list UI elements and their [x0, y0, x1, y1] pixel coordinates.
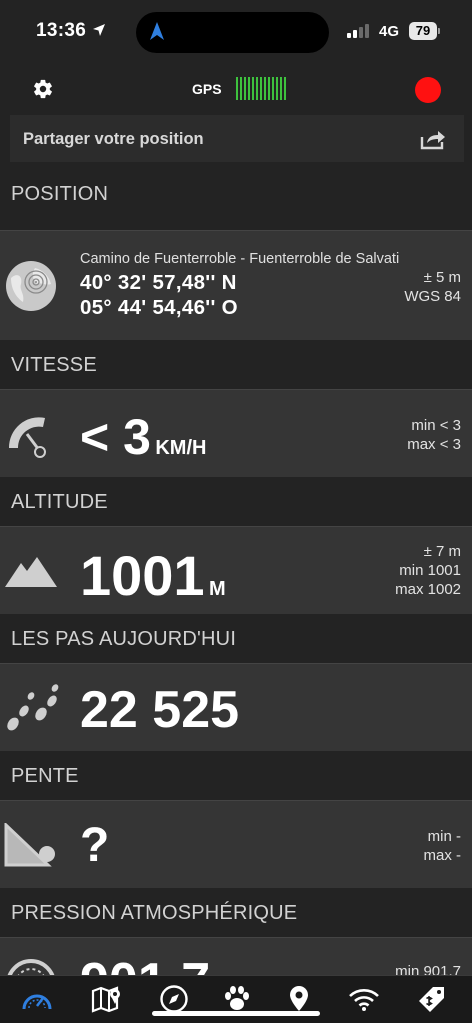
- tab-map[interactable]: [89, 984, 125, 1014]
- speed-min: min < 3: [411, 417, 461, 434]
- section-title: POSITION: [11, 183, 109, 205]
- section-header-steps: LES PAS AUJOURD'HUI: [0, 615, 472, 662]
- speed-minmax: min < 3 max < 3: [407, 416, 461, 454]
- status-time: 13:36: [36, 20, 87, 41]
- network-type: 4G: [379, 23, 400, 40]
- section-title: LES PAS AUJOURD'HUI: [11, 628, 237, 650]
- tab-wifi[interactable]: [346, 984, 382, 1014]
- price-tag-icon: [419, 987, 444, 1012]
- section-title: PENTE: [11, 765, 79, 787]
- share-position-row[interactable]: Partager votre position: [10, 115, 464, 162]
- gear-icon[interactable]: [32, 78, 54, 100]
- position-panel[interactable]: Camino de Fuenterroble - Fuenterroble de…: [0, 230, 472, 340]
- section-header-slope: PENTE: [0, 752, 472, 799]
- compass-icon: [160, 985, 188, 1013]
- altitude-unit: M: [209, 578, 226, 600]
- location-pin-icon: [290, 986, 308, 1013]
- tab-speedometer[interactable]: [19, 984, 55, 1014]
- share-icon[interactable]: [420, 128, 446, 150]
- speed-max: max < 3: [407, 436, 461, 453]
- tab-location[interactable]: [281, 984, 317, 1014]
- dynamic-island: [136, 12, 329, 53]
- speed-value-group: < 3 KM/H: [80, 408, 206, 466]
- speedometer-icon: [22, 994, 52, 1010]
- section-title: ALTITUDE: [11, 491, 108, 513]
- record-button[interactable]: [415, 77, 441, 103]
- slope-min: min -: [427, 828, 461, 845]
- slope-minmax: min - max -: [424, 827, 462, 865]
- tab-price-tag[interactable]: [414, 984, 450, 1014]
- gps-label: GPS: [192, 81, 222, 97]
- section-header-pressure: PRESSION ATMOSPHÉRIQUE: [0, 889, 472, 936]
- position-longitude: 05° 44' 54,46'' O: [80, 296, 238, 319]
- battery-icon: 79: [409, 22, 437, 40]
- slope-value: ?: [80, 819, 110, 872]
- altitude-panel[interactable]: 1001 M ± 7 m min 1001 max 1002: [0, 526, 472, 614]
- location-arrow-icon: [93, 24, 105, 36]
- slope-panel[interactable]: ? min - max -: [0, 800, 472, 888]
- map-icon: [91, 986, 120, 1013]
- section-header-position: POSITION: [0, 170, 472, 217]
- section-title: VITESSE: [11, 354, 97, 376]
- slope-icon: [4, 823, 55, 867]
- battery-tip: [438, 28, 440, 34]
- position-datum: WGS 84: [404, 288, 461, 305]
- speed-unit: KM/H: [155, 437, 207, 459]
- slope-max: max -: [423, 847, 462, 864]
- steps-panel[interactable]: 22 525: [0, 663, 472, 751]
- gps-signal-bars: [236, 77, 286, 100]
- section-header-speed: VITESSE: [0, 341, 472, 388]
- position-place: Camino de Fuenterroble - Fuenterroble de…: [80, 251, 400, 267]
- section-title: PRESSION ATMOSPHÉRIQUE: [11, 902, 298, 924]
- mountain-icon: [5, 557, 57, 587]
- position-latitude: 40° 32' 57,48'' N: [80, 271, 237, 294]
- altitude-value-group: 1001 M: [80, 543, 226, 608]
- wifi-icon: [349, 989, 379, 1011]
- steps-value: 22 525: [80, 681, 240, 739]
- speed-panel[interactable]: < 3 KM/H min < 3 max < 3: [0, 389, 472, 477]
- altitude-min: min 1001: [399, 562, 461, 579]
- altitude-accuracy: ± 7 m: [423, 543, 461, 560]
- section-header-altitude: ALTITUDE: [0, 478, 472, 525]
- speed-value: < 3: [80, 409, 151, 465]
- position-accuracy: ± 5 m: [423, 269, 461, 286]
- screen: 13:36 4G 79 GPS Partager votre position: [0, 0, 472, 1023]
- home-indicator: [152, 1011, 320, 1016]
- position-meta: ± 5 m WGS 84: [404, 268, 461, 306]
- altitude-value: 1001: [80, 544, 205, 607]
- tab-compass[interactable]: [156, 984, 192, 1014]
- share-position-label: Partager votre position: [23, 130, 204, 148]
- speed-gauge-icon: [8, 417, 46, 458]
- top-bar: GPS: [0, 62, 472, 114]
- status-bar: 13:36 4G 79: [0, 0, 472, 62]
- altitude-max: max 1002: [395, 581, 461, 598]
- tab-paw[interactable]: [219, 984, 255, 1014]
- paw-icon: [225, 986, 249, 1010]
- altitude-meta: ± 7 m min 1001 max 1002: [395, 542, 461, 599]
- navigation-arrow-icon: [150, 22, 164, 40]
- globe-icon: [6, 261, 56, 311]
- cellular-signal-icon: [347, 24, 369, 38]
- footsteps-icon: [7, 684, 59, 731]
